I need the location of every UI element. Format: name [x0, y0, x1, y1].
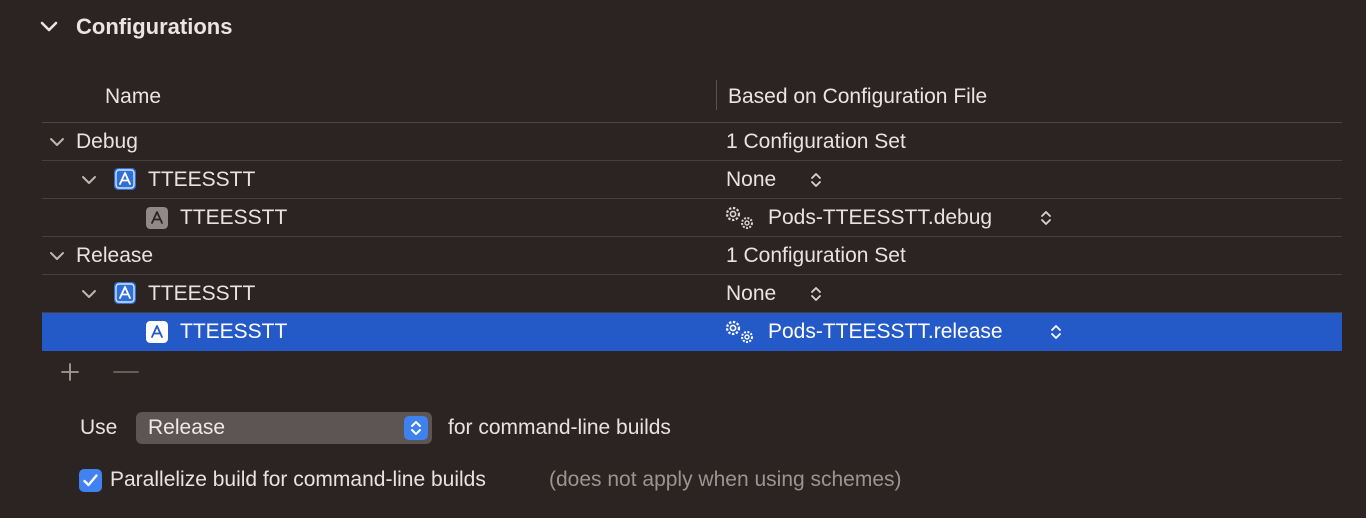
parallelize-note: (does not apply when using schemes) [549, 468, 902, 491]
parallelize-label[interactable]: Parallelize build for command-line build… [110, 468, 486, 492]
table-row-project[interactable]: TTEESSTT None [42, 275, 1342, 313]
updown-chevron-icon[interactable] [810, 171, 822, 189]
updown-chevron-icon[interactable] [1050, 323, 1062, 341]
config-name: Release [76, 244, 154, 267]
table-row-target[interactable]: TTEESSTT Pods-TTEESSTT.debug [42, 199, 1342, 237]
gears-icon [725, 320, 753, 343]
minus-icon[interactable] [112, 360, 140, 384]
chevron-down-icon[interactable] [80, 285, 98, 303]
chevron-down-icon[interactable] [48, 247, 66, 265]
config-file-summary: 1 Configuration Set [726, 244, 906, 267]
column-header-name[interactable]: Name [105, 85, 161, 109]
column-header-config-file[interactable]: Based on Configuration File [728, 85, 987, 109]
section-title: Configurations [76, 14, 233, 39]
project-name: TTEESSTT [148, 168, 256, 191]
config-file-summary: 1 Configuration Set [726, 130, 906, 153]
config-name: Debug [76, 130, 138, 153]
table-row-target-selected[interactable]: TTEESSTT Pods-TTEESSTT.release [42, 313, 1342, 351]
table-row-project[interactable]: TTEESSTT None [42, 161, 1342, 199]
updown-chevron-icon[interactable] [810, 285, 822, 303]
config-file-value[interactable]: None [726, 282, 776, 306]
config-file-value[interactable]: Pods-TTEESSTT.debug [768, 206, 992, 230]
project-app-icon [114, 168, 136, 190]
project-app-icon [114, 282, 136, 304]
table-header: Name Based on Configuration File [42, 76, 1342, 123]
chevron-down-icon[interactable] [80, 171, 98, 189]
chevron-down-icon[interactable] [48, 133, 66, 151]
target-app-icon [146, 207, 168, 229]
command-line-config-select[interactable]: Release [136, 412, 432, 444]
table-row-release[interactable]: Release 1 Configuration Set [42, 237, 1342, 275]
table-row-debug[interactable]: Debug 1 Configuration Set [42, 123, 1342, 161]
use-label: Use [80, 416, 118, 439]
gears-icon [725, 206, 753, 229]
select-value: Release [148, 416, 226, 439]
row-divider [42, 350, 1342, 351]
parallelize-checkbox[interactable] [79, 469, 102, 492]
config-file-value[interactable]: None [726, 168, 776, 192]
chevron-down-icon[interactable] [38, 16, 60, 38]
column-separator[interactable] [716, 80, 717, 110]
updown-chevron-icon[interactable] [1040, 209, 1052, 227]
config-file-value[interactable]: Pods-TTEESSTT.release [768, 320, 1003, 344]
plus-icon[interactable] [58, 360, 82, 384]
target-app-icon [146, 321, 168, 343]
for-command-line-label: for command-line builds [448, 416, 671, 439]
configurations-table: Name Based on Configuration File Debug 1… [42, 76, 1342, 353]
target-name: TTEESSTT [180, 206, 288, 229]
target-name: TTEESSTT [180, 320, 288, 343]
project-name: TTEESSTT [148, 282, 256, 305]
updown-chevron-icon[interactable] [404, 416, 428, 440]
